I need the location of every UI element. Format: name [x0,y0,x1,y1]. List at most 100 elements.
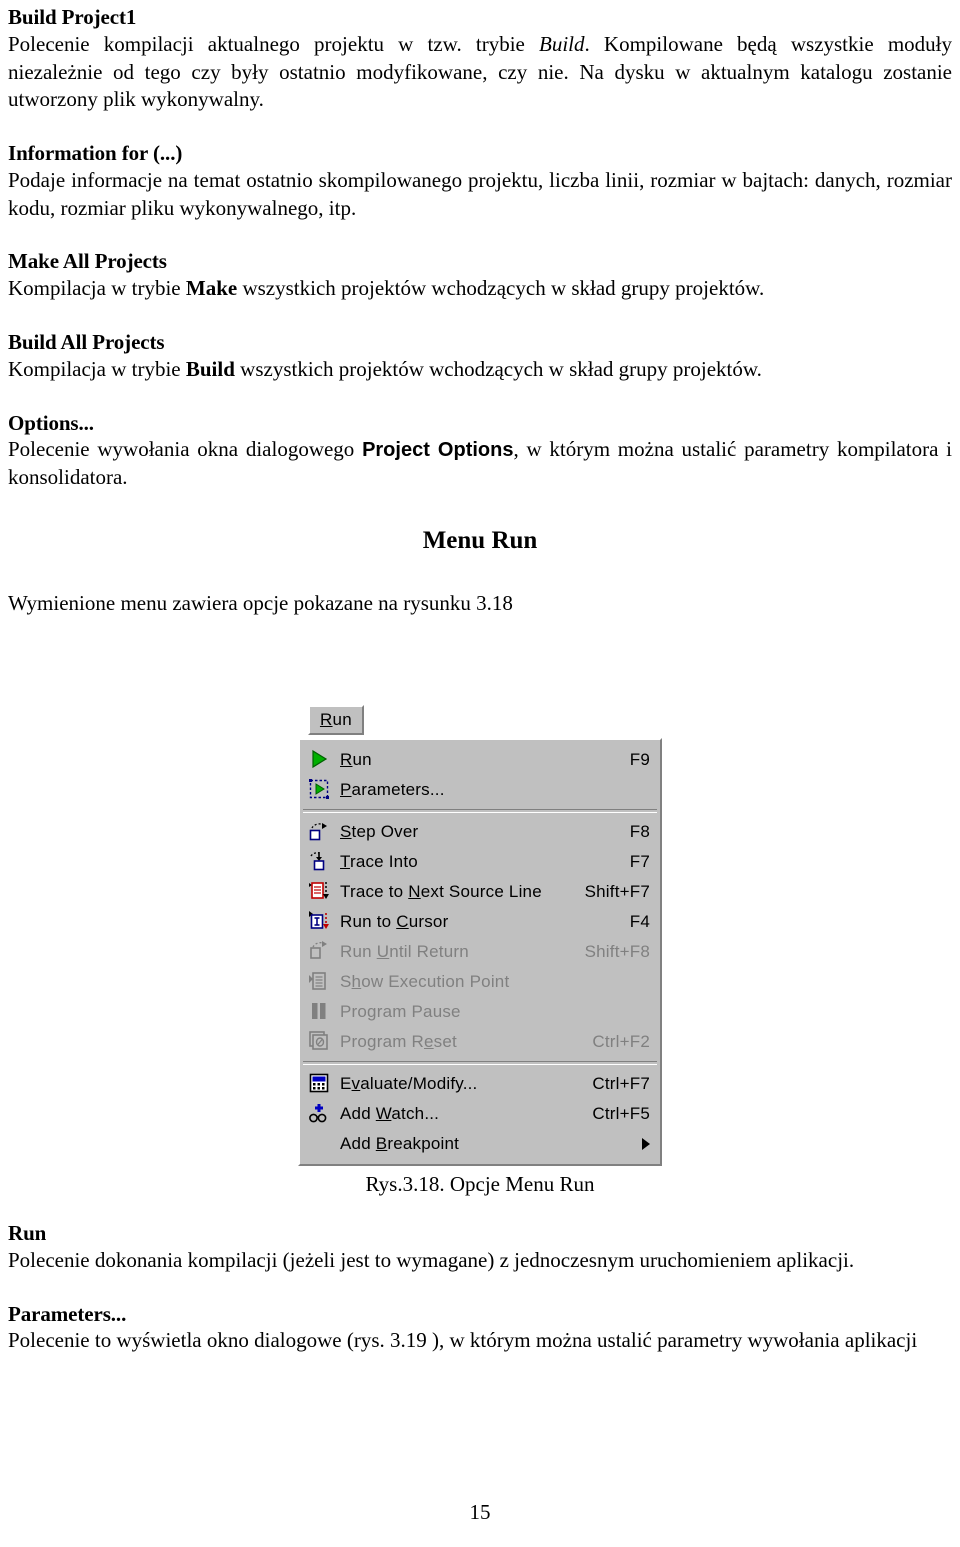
label-pre: S [340,972,352,991]
figure-run-menu: Run Run F9 Parameters... Step Over F8 Tr… [0,705,960,1197]
menu-item-add-watch-shortcut: Ctrl+F5 [592,1104,650,1123]
text-run: Polecenie to wyświetla okno dialogowe (r… [8,1328,918,1353]
menu-item-show-execution-point[interactable]: Show Execution Point [300,967,660,997]
section-heading-make-all-projects: Make All Projects [8,249,167,274]
menu-item-parameters-label: Parameters... [334,780,634,800]
menu-item-program-reset-shortcut: Ctrl+F2 [592,1032,650,1051]
label-rest: set [433,1032,457,1051]
mnemonic: P [340,780,352,799]
menu-item-show-execution-point-label: Show Execution Point [334,972,634,992]
menu-item-add-watch-label: Add Watch... [334,1104,576,1124]
text-run-bold: Make [185,276,238,301]
menu-item-run-to-cursor[interactable]: Run to Cursor F4 [300,907,660,937]
document-content-lower: Run Polecenie dokonania kompilacji (jeże… [8,1220,952,1355]
section-heading-information-for: Information for (...) [8,141,183,166]
menu-item-run-to-cursor-label: Run to Cursor [334,912,614,932]
text-run: wszystkich projektów wchodzących w skład… [237,276,765,301]
menu-item-program-reset-label: Program Reset [334,1032,576,1052]
menu-item-run-until-return-shortcut: Shift+F8 [584,942,650,961]
menu-item-trace-into[interactable]: Trace Into F7 [300,847,660,877]
label-pre: Run to [340,912,397,931]
menu-item-run-until-return[interactable]: Run Until Return Shift+F8 [300,937,660,967]
label-pre: Add [340,1104,376,1123]
menu-item-evaluate-modify-label: Evaluate/Modify... [334,1074,576,1094]
menu-item-add-breakpoint-label: Add Breakpoint [334,1134,632,1154]
text-run: Polecenie wywołania okna dialogowego [8,437,363,462]
section-heading-options: Options... [8,410,94,435]
menu-separator [303,1061,657,1065]
section-body-parameters: Polecenie to wyświetla okno dialogowe (r… [8,1327,952,1355]
section-body-information-for: Podaje informacje na temat ostatnio skom… [8,167,952,222]
empty-icon-slot [304,1132,334,1156]
menu-item-step-over-shortcut: F8 [629,822,650,841]
menu-item-step-over[interactable]: Step Over F8 [300,817,660,847]
menu-item-trace-into-shortcut: F7 [629,852,650,871]
label-rest: ext Source Line [420,882,542,901]
label-rest: ntil Return [389,942,469,961]
show-execution-point-icon [304,970,334,994]
menu-item-trace-next-source-line-label: Trace to Next Source Line [334,882,569,902]
menu-item-run-to-cursor-shortcut: F4 [629,912,650,931]
menu-item-add-watch[interactable]: Add Watch... Ctrl+F5 [300,1099,660,1129]
menu-item-program-reset[interactable]: Program Reset Ctrl+F2 [300,1027,660,1057]
text-run: Podaje informacje na temat ostatnio skom… [8,167,952,220]
document-page: Build Project1 Polecenie kompilacji aktu… [0,0,960,1547]
section-heading-build-project1: Build Project1 [8,5,137,29]
mnemonic: U [376,942,390,961]
trace-into-icon [304,850,334,874]
label-pre: E [340,1074,352,1093]
program-reset-icon [304,1030,334,1054]
label-pre: Program R [340,1032,424,1051]
menu-item-run[interactable]: Run F9 [300,745,660,775]
menu-item-evaluate-modify-shortcut: Ctrl+F7 [592,1074,650,1093]
menu-item-trace-next-source-line[interactable]: Trace to Next Source Line Shift+F7 [300,877,660,907]
label-rest: aluate/Modify... [360,1074,478,1093]
menu-bar-run-mnemonic: R [319,710,333,729]
mnemonic: e [424,1032,434,1051]
label-rest: race Into [349,852,418,871]
menu-screenshot: Run Run F9 Parameters... Step Over F8 Tr… [298,705,662,1166]
menu-item-program-pause[interactable]: Program Pause [300,997,660,1027]
menu-item-trace-into-label: Trace Into [334,852,614,872]
label-rest: un [352,750,372,769]
mnemonic: h [351,972,362,991]
label-pre: Program Pause [340,1002,461,1021]
run-until-return-icon [304,940,334,964]
text-run: Kompilacja w trybie [8,356,186,381]
menu-item-add-breakpoint[interactable]: Add Breakpoint [300,1129,660,1159]
menu-separator [303,809,657,813]
menu-intro-text: Wymienione menu zawiera opcje pokazane n… [8,590,513,615]
text-run-bold-sans: Project Options [362,439,514,462]
run-dropdown-menu: Run F9 Parameters... Step Over F8 Trace … [298,738,662,1166]
parameters-icon [304,778,334,802]
run-play-icon [304,748,334,772]
menu-item-trace-next-source-line-shortcut: Shift+F7 [584,882,650,901]
label-rest: tep Over [351,822,419,841]
add-watch-icon [304,1102,334,1126]
menu-item-evaluate-modify[interactable]: Evaluate/Modify... Ctrl+F7 [300,1069,660,1099]
menu-bar-run-tab[interactable]: Run [308,705,364,735]
text-run-italic: Build [539,31,585,56]
mnemonic: B [375,1134,388,1153]
mnemonic: W [375,1104,392,1123]
menu-item-parameters[interactable]: Parameters... [300,775,660,805]
trace-next-source-icon [304,880,334,904]
mnemonic: R [340,750,353,769]
mnemonic: v [351,1074,361,1093]
menu-item-run-until-return-label: Run Until Return [334,942,569,962]
section-body-make-all-projects: Kompilacja w trybie Make wszystkich proj… [8,275,952,303]
page-number: 15 [469,1500,491,1524]
section-heading-run: Run [8,1221,47,1245]
document-content: Build Project1 Polecenie kompilacji aktu… [8,4,952,618]
menu-item-run-label: Run [334,750,614,770]
menu-item-run-shortcut: F9 [629,750,650,769]
label-rest: atch... [391,1104,440,1123]
section-heading-build-all-projects: Build All Projects [8,329,165,354]
mnemonic: C [396,912,409,931]
